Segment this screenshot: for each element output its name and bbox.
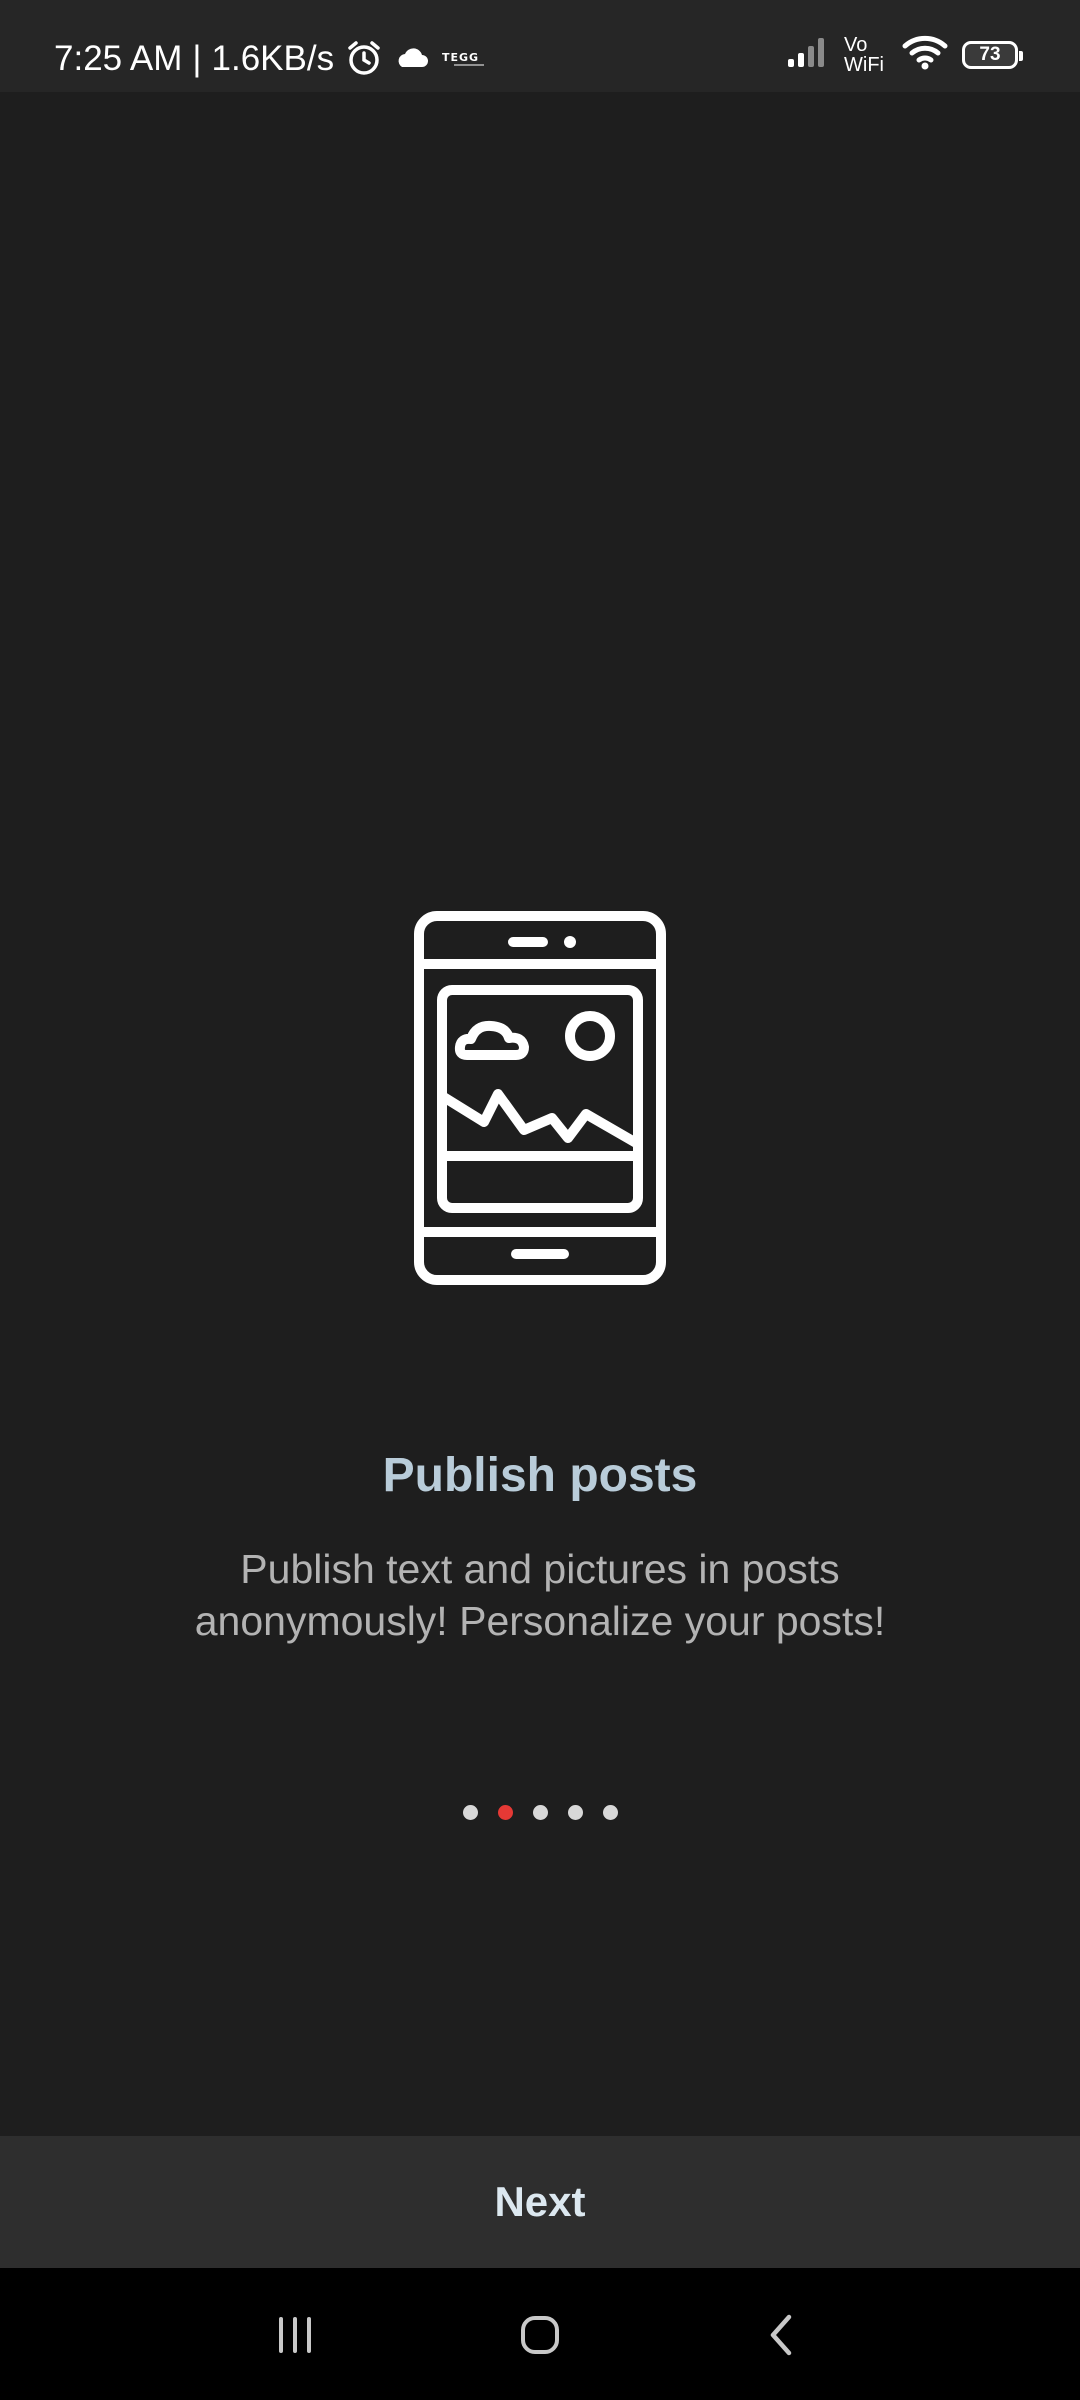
back-icon[interactable] bbox=[746, 2300, 816, 2370]
page-dot-active[interactable] bbox=[497, 1805, 513, 1820]
cloud-icon bbox=[394, 46, 430, 70]
page-dot[interactable] bbox=[532, 1805, 548, 1820]
signal-icon bbox=[786, 35, 830, 74]
status-right: Vo WiFi 73 bbox=[786, 34, 1023, 75]
vowifi-top: Vo bbox=[844, 33, 868, 56]
status-bar: 7:25 AM | 1.6KB/s TEGG Vo WiFi 73 bbox=[0, 0, 1080, 92]
status-left: 7:25 AM | 1.6KB/s TEGG bbox=[54, 38, 494, 78]
network-speed: 1.6KB/s bbox=[211, 38, 335, 78]
wifi-icon bbox=[902, 34, 948, 75]
onboarding-description: Publish text and pictures in posts anony… bbox=[194, 1546, 886, 1644]
carrier-logo: TEGG bbox=[440, 48, 494, 68]
recent-apps-icon[interactable] bbox=[260, 2300, 330, 2370]
next-button[interactable]: Next bbox=[0, 2136, 1080, 2268]
alarm-icon bbox=[344, 38, 384, 78]
vowifi-indicator: Vo WiFi bbox=[844, 35, 888, 75]
page-dot[interactable] bbox=[602, 1805, 618, 1820]
svg-text:TEGG: TEGG bbox=[442, 51, 479, 64]
home-icon[interactable] bbox=[505, 2300, 575, 2370]
onboarding-screen: 7:25 AM | 1.6KB/s TEGG Vo WiFi 73 Publis… bbox=[0, 0, 1080, 2400]
page-indicator bbox=[0, 1805, 1080, 1820]
navigation-bar bbox=[0, 2268, 1080, 2400]
onboarding-title: Publish posts bbox=[382, 1449, 698, 1502]
page-dot[interactable] bbox=[462, 1805, 478, 1820]
status-time: 7:25 AM bbox=[54, 38, 183, 78]
page-dot[interactable] bbox=[567, 1805, 583, 1820]
vowifi-bottom: WiFi bbox=[844, 53, 884, 76]
status-separator: | bbox=[192, 38, 202, 78]
battery-icon: 73 bbox=[962, 40, 1023, 69]
phone-gallery-icon bbox=[413, 910, 667, 1286]
